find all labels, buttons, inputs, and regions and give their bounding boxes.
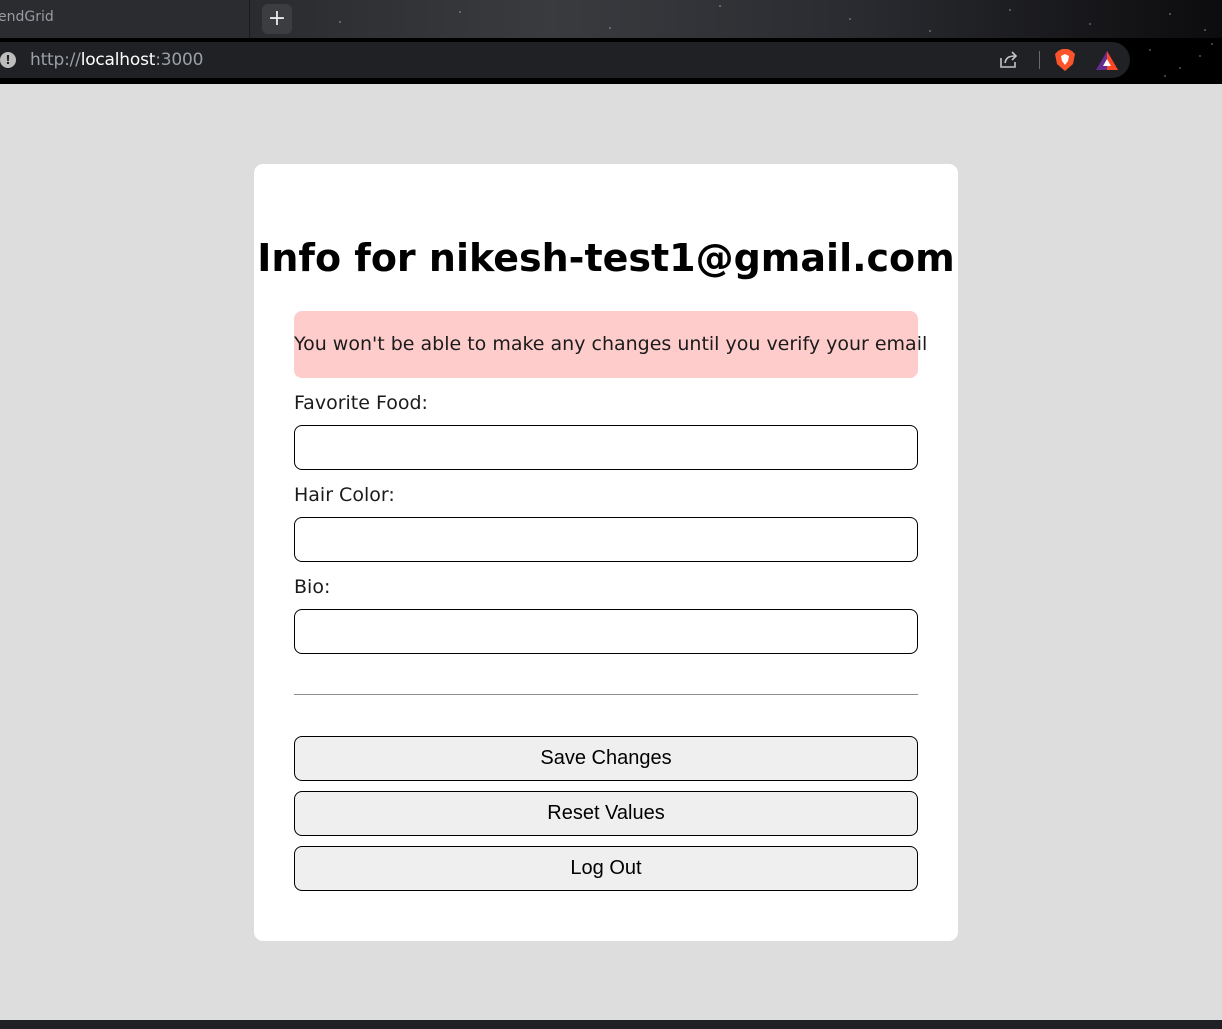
toolbar-divider [1039, 51, 1040, 69]
bio-input[interactable] [294, 609, 918, 654]
hair-color-label: Hair Color: [294, 484, 395, 506]
tab-strip: endGrid + [0, 0, 1222, 38]
url-scheme: http:// [30, 50, 81, 70]
save-changes-button[interactable]: Save Changes [294, 736, 918, 781]
browser-toolbar: ! http://localhost:3000 [0, 38, 1222, 84]
brave-rewards-icon[interactable] [1095, 50, 1119, 71]
url-text[interactable]: http://localhost:3000 [30, 50, 203, 70]
site-info-icon[interactable]: ! [0, 52, 16, 68]
url-host: localhost [80, 50, 156, 70]
favorite-food-input[interactable] [294, 425, 918, 470]
log-out-button[interactable]: Log Out [294, 846, 918, 891]
brave-shields-icon[interactable] [1054, 48, 1076, 72]
url-port: :3000 [155, 50, 204, 70]
page-title: Info for nikesh-test1@gmail.com [257, 236, 955, 280]
divider [294, 694, 918, 695]
favorite-food-label: Favorite Food: [294, 392, 428, 414]
tab-title: endGrid [0, 9, 54, 25]
info-card: Info for nikesh-test1@gmail.com You won'… [254, 164, 958, 941]
bio-label: Bio: [294, 576, 331, 598]
hair-color-input[interactable] [294, 517, 918, 562]
new-tab-button[interactable]: + [262, 4, 292, 34]
bottom-edge [0, 1020, 1222, 1029]
verify-email-alert: You won't be able to make any changes un… [294, 311, 927, 378]
reset-values-button[interactable]: Reset Values [294, 791, 918, 836]
address-bar[interactable]: ! http://localhost:3000 [0, 42, 1130, 78]
share-icon[interactable] [998, 50, 1020, 70]
browser-tab[interactable]: endGrid [0, 0, 250, 38]
